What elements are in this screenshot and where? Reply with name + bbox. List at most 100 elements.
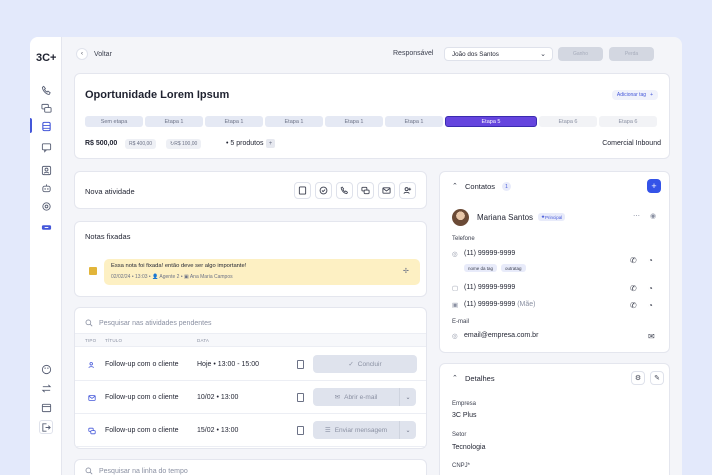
responsible-select[interactable]: João dos Santos ⌄ <box>444 47 553 61</box>
stage-2[interactable]: Etapa 1 <box>205 116 263 127</box>
company-label: Empresa <box>452 401 477 407</box>
sidebar-active-indicator <box>30 118 32 133</box>
plus-icon: + <box>650 92 653 98</box>
tag-chip: nome da tag <box>464 264 498 272</box>
table-row[interactable]: Follow-up com o cliente 10/02 • 13:00 ✉ Abr… <box>75 381 426 414</box>
add-contact-button[interactable]: + <box>647 179 661 193</box>
back-button[interactable]: ‹ Voltar <box>76 48 112 60</box>
robot-icon[interactable] <box>40 182 53 195</box>
table-header: TIPO TÍTULO DATA <box>75 333 426 347</box>
opportunity-price: R$ 500,00 <box>85 140 118 147</box>
price-chip-1: R$ 400,00 <box>125 139 157 149</box>
email-icon[interactable] <box>378 182 395 199</box>
col-date: DATA <box>197 338 210 343</box>
activity-date: Hoje • 13:00 - 15:00 <box>197 361 260 368</box>
collapse-chevron-icon[interactable]: ⌃ <box>452 374 458 382</box>
app-window: 3C+ ‹ Voltar Responsável João dos Santos… <box>30 37 682 475</box>
search-icon <box>85 319 93 327</box>
chats-icon[interactable] <box>40 102 53 115</box>
message-icon[interactable] <box>40 141 53 154</box>
phone-label: Telefone <box>452 236 475 242</box>
plus-card-icon[interactable] <box>40 221 53 234</box>
price-chip-2: ↻ R$ 100,00 <box>166 139 202 149</box>
edit-icon[interactable]: ✎ <box>650 371 664 385</box>
settings-icon[interactable]: ⚙ <box>631 371 645 385</box>
note-icon[interactable] <box>294 182 311 199</box>
contacts-icon[interactable] <box>40 164 53 177</box>
add-contact-icon[interactable] <box>399 182 416 199</box>
phone-1: (11) 99999-9999 <box>464 250 516 257</box>
add-product-icon[interactable]: + <box>266 139 275 148</box>
document-icon[interactable] <box>297 393 304 402</box>
stage-5[interactable]: Etapa 1 <box>385 116 443 127</box>
whatsapp-icon[interactable]: ◔ <box>648 256 653 265</box>
brand-logo: 3C+ <box>36 52 57 64</box>
timeline-search[interactable]: Pesquisar na linha do tempo <box>85 467 188 475</box>
pending-search[interactable]: Pesquisar nas atividades pendentes <box>85 319 211 327</box>
activity-actions <box>294 182 416 199</box>
whatsapp-icon[interactable]: ◔ <box>648 301 653 310</box>
timeline-card: Pesquisar na linha do tempo <box>74 459 427 475</box>
stage-4[interactable]: Etapa 1 <box>325 116 383 127</box>
chevron-down-icon: ⌄ <box>540 51 546 58</box>
chevron-down-icon[interactable]: ⌄ <box>399 388 416 406</box>
palette-icon[interactable] <box>40 363 53 376</box>
add-tag-button[interactable]: Adicionar tag + <box>611 90 658 100</box>
action-icon: ☰ <box>324 427 331 434</box>
stage-0[interactable]: Sem etapa <box>85 116 143 127</box>
mail-icon <box>87 393 96 402</box>
call-icon[interactable]: ✆ <box>630 284 637 293</box>
sector-value: Tecnologia <box>452 444 486 451</box>
lost-button[interactable]: Perda <box>609 47 654 61</box>
contact-icon: ▣ <box>183 274 189 280</box>
pinned-notes-title: Notas fixadas <box>85 232 131 241</box>
table-row[interactable]: Follow-up com o cliente 15/02 • 13:00 ☰ Env… <box>75 414 426 447</box>
chevron-down-icon[interactable]: ⌄ <box>399 421 416 439</box>
more-horizontal-icon[interactable]: ⋯ <box>633 212 640 220</box>
table-row[interactable]: Follow-up com o cliente Hoje • 13:00 - 15… <box>75 348 426 381</box>
opportunity-card: Oportunidade Lorem Ipsum Adicionar tag +… <box>74 73 670 159</box>
products-count[interactable]: • 5 produtos <box>226 140 264 147</box>
stage-8[interactable]: Etapa 6 <box>599 116 657 127</box>
logout-icon[interactable] <box>39 420 53 434</box>
agent-icon: 👤 <box>152 274 159 280</box>
transfer-icon[interactable] <box>40 382 53 395</box>
stage-3[interactable]: Etapa 1 <box>265 116 323 127</box>
collapse-chevron-icon[interactable]: ⌃ <box>452 182 458 190</box>
call-icon[interactable]: ✆ <box>630 301 637 310</box>
activity-action-button[interactable]: ☰ Enviar mensagem <box>313 421 399 439</box>
note-text: Essa nota foi fixada! então deve ser alg… <box>111 263 247 269</box>
principal-badge: ★ Principal <box>538 213 566 221</box>
action-icon: ✉ <box>334 394 341 401</box>
pin-icon[interactable]: ✢ <box>403 267 409 275</box>
stage-1[interactable]: Etapa 1 <box>145 116 203 127</box>
activity-action-button[interactable]: ✉ Abrir e-mail <box>313 388 399 406</box>
pending-activities-card: Pesquisar nas atividades pendentes TIPO … <box>74 307 427 449</box>
crm-icon[interactable] <box>40 120 53 133</box>
activity-action-button[interactable]: ✓ Concluir <box>313 355 417 373</box>
integrations-icon[interactable] <box>40 200 53 213</box>
stage-7[interactable]: Etapa 6 <box>539 116 597 127</box>
company-value: 3C Plus <box>452 412 477 419</box>
task-check-icon[interactable] <box>315 182 332 199</box>
stage-6[interactable]: Etapa 5 <box>445 116 537 127</box>
call-icon[interactable]: ✆ <box>630 256 637 265</box>
activity-title: Follow-up com o cliente <box>105 361 179 368</box>
won-button[interactable]: Ganho <box>558 47 603 61</box>
calendar-icon[interactable] <box>40 401 53 414</box>
search-icon <box>85 467 93 475</box>
opportunity-title: Oportunidade Lorem Ipsum <box>85 89 230 101</box>
whatsapp-icon[interactable]: ◔ <box>648 284 653 293</box>
chat-icon[interactable] <box>357 182 374 199</box>
note-meta: 02/02/24 • 13:03 • 👤 Agente 2 • ▣ Ana Ma… <box>111 274 233 280</box>
document-icon[interactable] <box>297 360 304 369</box>
call-icon[interactable] <box>336 182 353 199</box>
mail-icon[interactable]: ✉ <box>648 332 655 341</box>
document-icon[interactable] <box>297 426 304 435</box>
details-card: ⌃ Detalhes ⚙ ✎ Empresa 3C Plus Setor Tec… <box>439 363 670 475</box>
sidebar: 3C+ <box>30 37 62 475</box>
tag-chip: outratag <box>501 264 526 272</box>
eye-icon[interactable]: ◉ <box>650 212 656 220</box>
phone-icon[interactable] <box>40 84 53 97</box>
details-title: Detalhes <box>465 374 495 383</box>
